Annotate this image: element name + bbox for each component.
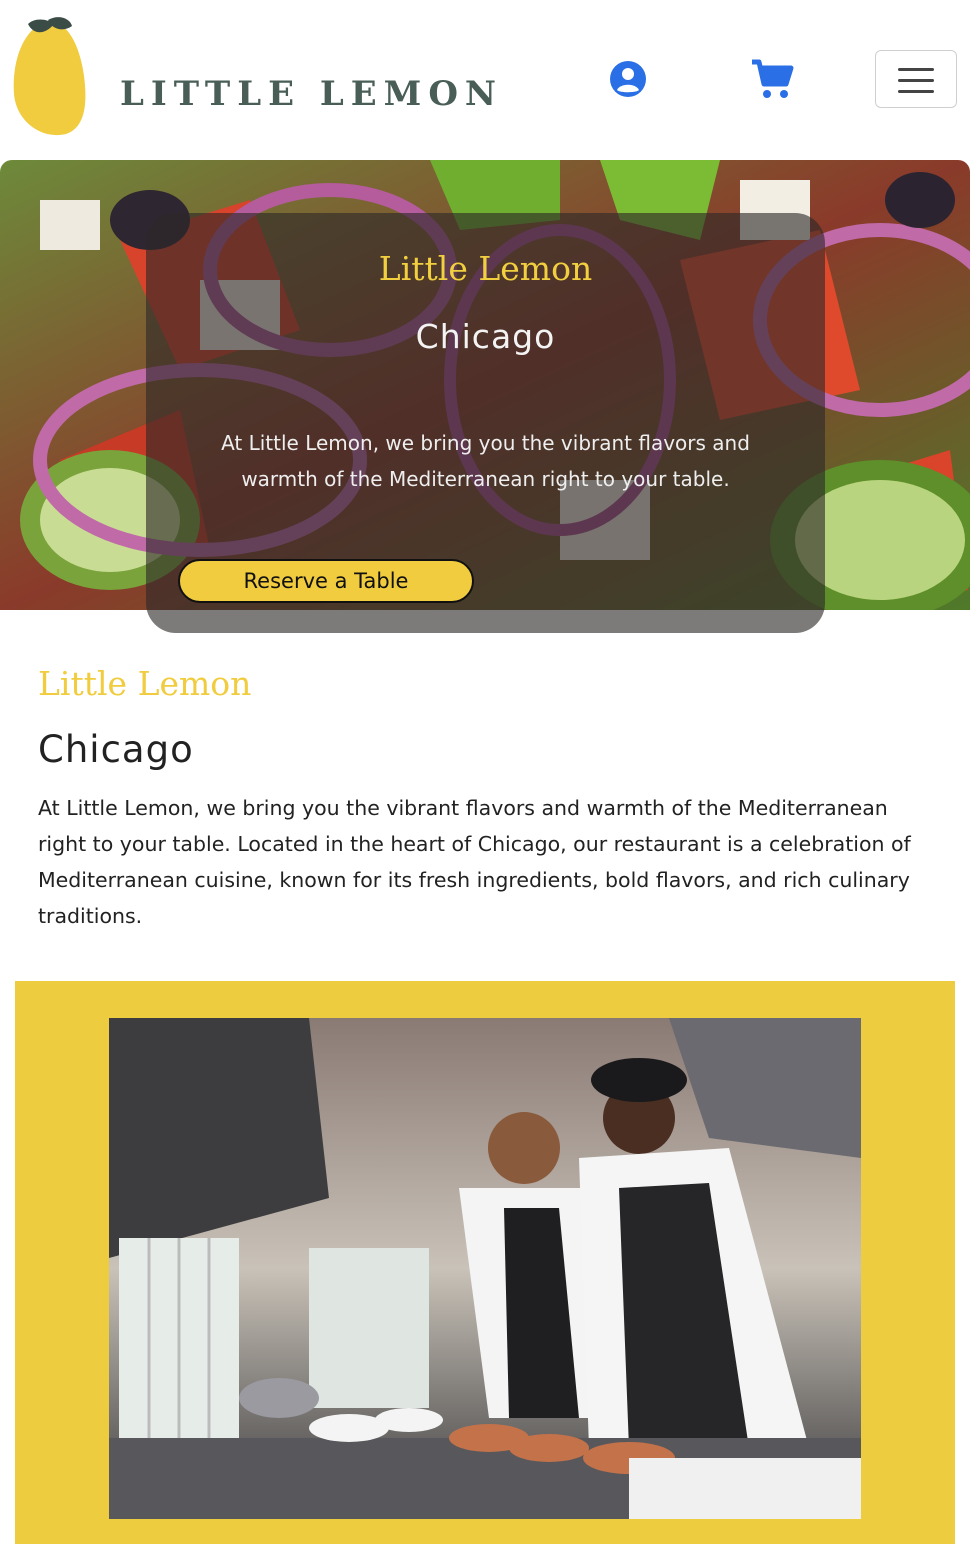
- lemon-logo-icon: [13, 17, 86, 136]
- hero-card: Little Lemon Chicago At Little Lemon, we…: [146, 213, 825, 633]
- shopping-cart-icon[interactable]: [750, 58, 794, 100]
- kitchen-section: [15, 981, 955, 1544]
- reserve-table-button[interactable]: Reserve a Table: [178, 559, 474, 603]
- about-brand-title: Little Lemon: [38, 664, 252, 703]
- hero-city-title: Chicago: [415, 317, 556, 356]
- about-paragraph: At Little Lemon, we bring you the vibran…: [38, 796, 911, 928]
- logo-text: LITTLE LEMON: [120, 74, 504, 114]
- hero-brand-title: Little Lemon: [378, 249, 593, 288]
- user-circle-icon[interactable]: [609, 60, 647, 98]
- chefs-kitchen-image: [109, 1018, 861, 1519]
- menu-toggle-button[interactable]: [875, 50, 957, 108]
- site-header: LITTLE LEMON: [0, 0, 972, 160]
- hero-description: At Little Lemon, we bring you the vibran…: [221, 431, 750, 491]
- about-city-title: Chicago: [38, 728, 194, 771]
- logo[interactable]: LITTLE LEMON: [10, 16, 496, 140]
